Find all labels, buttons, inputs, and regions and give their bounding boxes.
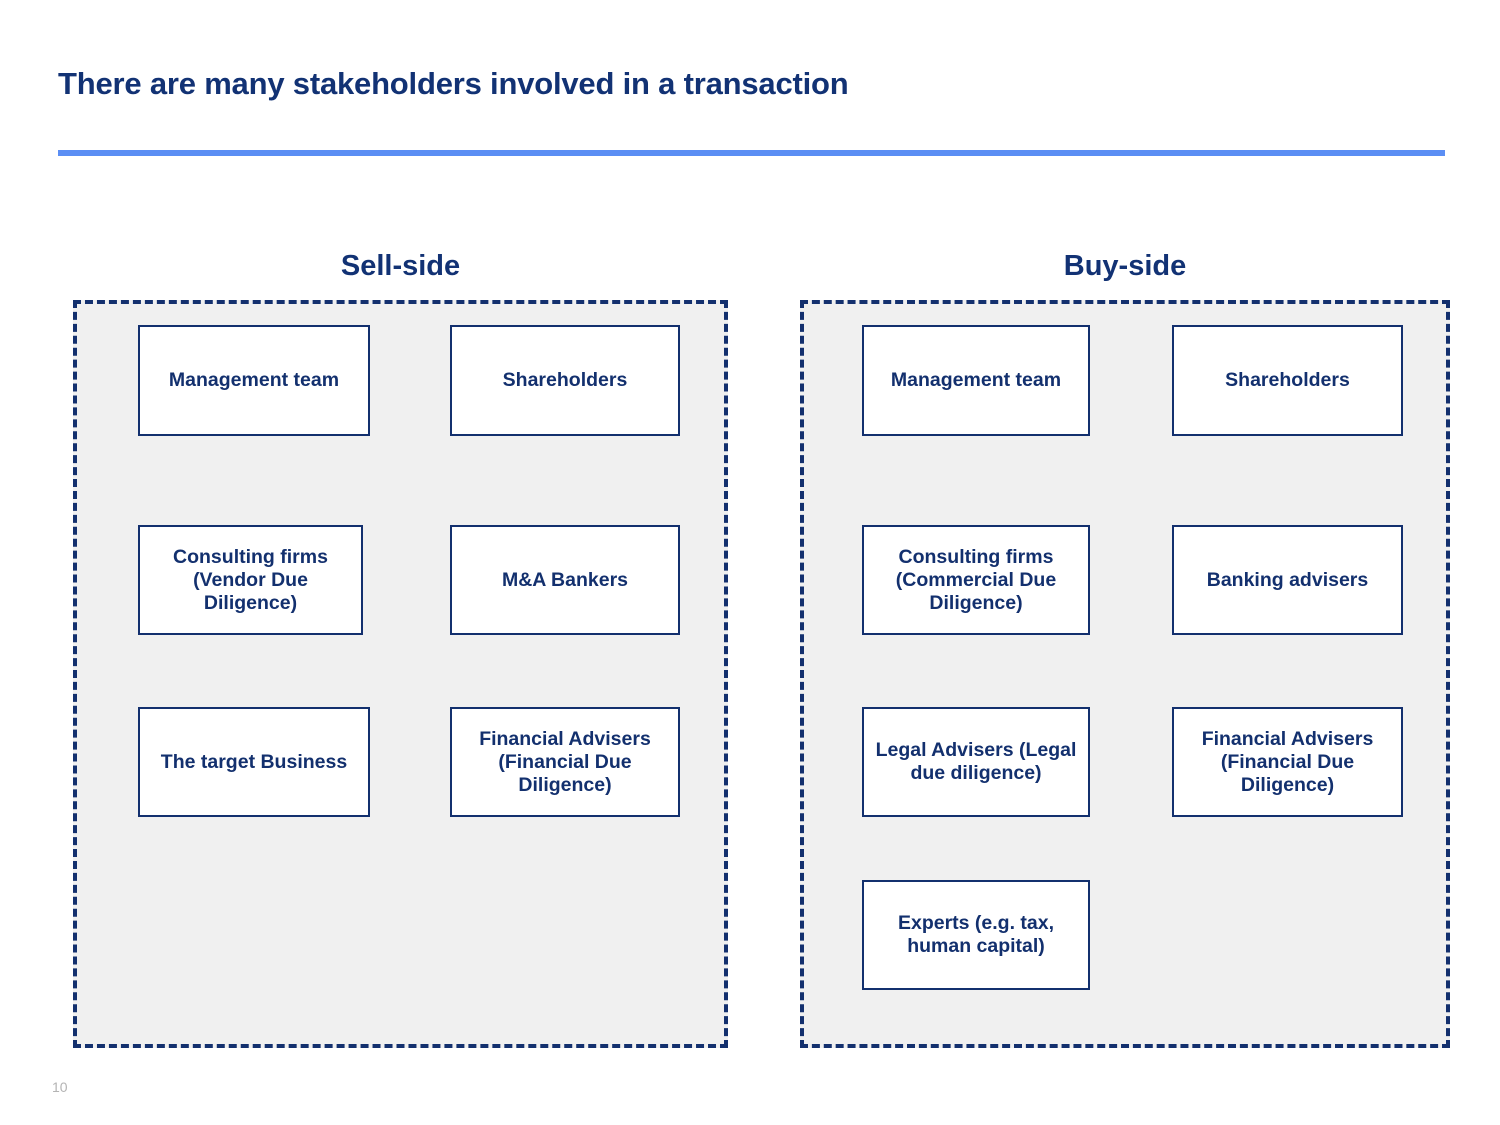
- stakeholder-box-label: Banking advisers: [1206, 568, 1369, 591]
- column-heading-sell-side: Sell-side: [340, 250, 461, 282]
- stakeholder-box-buy-shareholders[interactable]: Shareholders: [1172, 325, 1403, 436]
- stakeholder-box-label: Legal Advisers (Legal due diligence): [875, 739, 1077, 784]
- stakeholder-box-label: Consulting firms (Vendor Due Diligence): [173, 545, 328, 614]
- stakeholder-box-sell-target-business[interactable]: The target Business: [138, 707, 370, 817]
- stakeholder-box-buy-banking-advisers[interactable]: Banking advisers: [1172, 525, 1403, 635]
- stakeholder-box-label: Management team: [890, 369, 1062, 391]
- stakeholder-box-label: Consulting firms (Commercial Due Diligen…: [895, 545, 1057, 614]
- stakeholder-box-label: Shareholders: [502, 369, 628, 391]
- page-title: There are many stakeholders involved in …: [58, 66, 849, 101]
- stakeholder-box-sell-consulting-firms[interactable]: Consulting firms (Vendor Due Diligence): [138, 525, 363, 635]
- stakeholder-box-label: M&A Bankers: [501, 568, 629, 591]
- stakeholder-box-buy-experts[interactable]: Experts (e.g. tax, human capital): [862, 880, 1090, 990]
- stakeholder-box-label: Shareholders: [1225, 369, 1350, 391]
- page-number: 10: [52, 1079, 68, 1095]
- column-heading-buy-side: Buy-side: [1063, 250, 1187, 282]
- stakeholder-box-buy-legal-advisers[interactable]: Legal Advisers (Legal due diligence): [862, 707, 1090, 817]
- stakeholder-box-sell-financial-advisers[interactable]: Financial Advisers (Financial Due Dilige…: [450, 707, 680, 817]
- stakeholder-box-sell-shareholders[interactable]: Shareholders: [450, 325, 680, 436]
- stakeholder-box-label: The target Business: [160, 750, 348, 773]
- title-divider: [58, 150, 1445, 156]
- stakeholder-box-label: Experts (e.g. tax, human capital): [897, 912, 1055, 957]
- stakeholder-box-buy-management-team[interactable]: Management team: [862, 325, 1090, 436]
- stakeholder-box-buy-consulting-firms[interactable]: Consulting firms (Commercial Due Diligen…: [862, 525, 1090, 635]
- stakeholder-box-buy-financial-advisers[interactable]: Financial Advisers (Financial Due Dilige…: [1172, 707, 1403, 817]
- stakeholder-box-label: Financial Advisers (Financial Due Dilige…: [479, 727, 651, 796]
- stakeholder-box-sell-management-team[interactable]: Management team: [138, 325, 370, 436]
- stakeholder-box-sell-ma-bankers[interactable]: M&A Bankers: [450, 525, 680, 635]
- stakeholder-box-label: Management team: [168, 369, 340, 391]
- stakeholder-box-label: Financial Advisers (Financial Due Dilige…: [1201, 727, 1374, 796]
